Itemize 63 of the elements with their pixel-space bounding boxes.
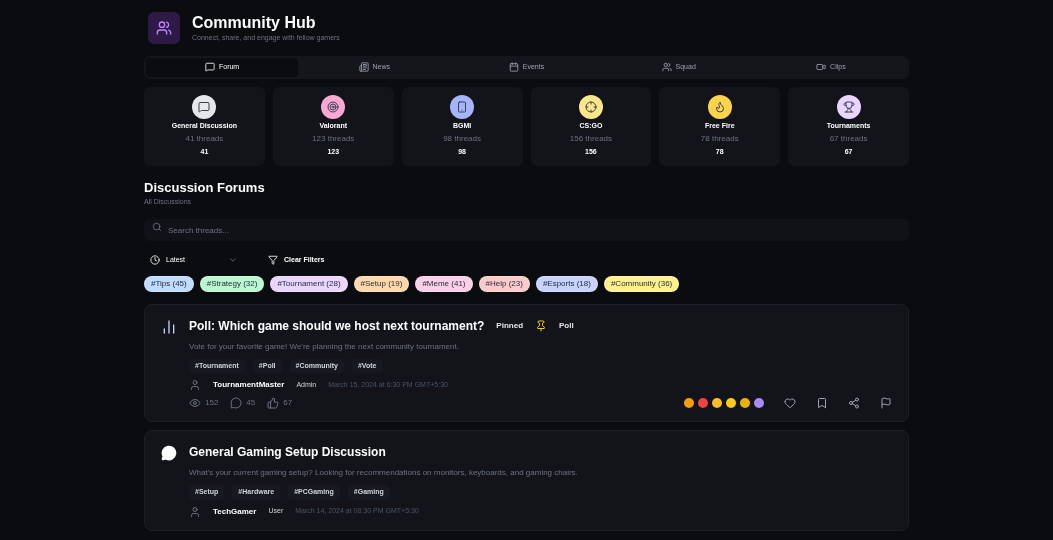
reaction-icon[interactable] (712, 398, 722, 408)
video-icon (816, 62, 827, 73)
thread-title[interactable]: Poll: Which game should we host next tournament? (189, 316, 485, 335)
reaction-icon[interactable] (726, 398, 736, 408)
comment-count: 45 (246, 397, 256, 409)
type-label: Poll (559, 319, 574, 332)
chat-icon (204, 62, 215, 73)
reaction-icon[interactable] (684, 398, 694, 408)
thread-card[interactable] (144, 303, 909, 422)
newspaper-icon (358, 62, 369, 73)
tag-chip[interactable]: #Meme (41) (415, 275, 473, 292)
chat-icon (198, 100, 211, 113)
author-name[interactable]: TechGamer (213, 505, 257, 518)
user-icon (189, 505, 201, 518)
thread-count: 123 threads (312, 133, 355, 145)
heart-icon[interactable] (784, 397, 796, 409)
tag-chip[interactable]: #Tips (45) (144, 275, 194, 292)
like-count: 67 (283, 397, 293, 409)
bookmark-icon[interactable] (816, 397, 828, 409)
tag-chip[interactable]: #Community (36) (603, 275, 680, 292)
calendar-icon (508, 62, 519, 73)
search-icon (152, 221, 162, 232)
thread-title[interactable]: General Gaming Setup Discussion (189, 443, 386, 461)
pinned-label: Pinned (496, 319, 524, 332)
author-name[interactable]: TournamentMaster (213, 379, 285, 391)
users-icon (661, 62, 672, 73)
reaction-icon[interactable] (754, 398, 764, 408)
thread-count: 98 threads (443, 133, 481, 145)
target-icon (327, 100, 340, 113)
crosshair-icon (584, 100, 597, 113)
comment-icon (230, 397, 243, 409)
tag-chip[interactable]: #Help (23) (478, 275, 530, 292)
trophy-icon (842, 100, 855, 113)
thread-count: 41 threads (185, 133, 224, 145)
thread-card[interactable] (144, 430, 909, 531)
clock-icon (150, 255, 160, 266)
tag-chip[interactable]: #Tournament (28) (270, 275, 348, 292)
view-count: 152 (205, 397, 219, 409)
flag-icon[interactable] (880, 397, 892, 409)
tag-chip[interactable]: #Esports (18) (535, 275, 598, 292)
like-icon (267, 397, 280, 409)
page-title: Community Hub (192, 12, 317, 33)
thread-description: What's your current gaming setup? Looking for recommendations on monitors, keyboards, and gaming chairs. (189, 467, 579, 479)
users-icon (156, 20, 172, 36)
thread-count: 78 threads (700, 133, 739, 145)
phone-icon (456, 100, 469, 113)
chat-icon (161, 445, 177, 461)
thread-count: 156 threads (569, 133, 613, 145)
section-title: Discussion Forums (144, 178, 266, 197)
flame-icon (713, 100, 726, 113)
tag-chip[interactable]: #Setup (19) (353, 275, 410, 292)
eye-icon (189, 397, 201, 409)
filter-icon (268, 255, 278, 266)
thread-count: 67 threads (829, 133, 868, 145)
reaction-icon[interactable] (698, 398, 708, 408)
poll-icon (161, 318, 177, 335)
reaction-icon[interactable] (740, 398, 750, 408)
thread-description: Vote for your favorite game! We're planning the next community tournament. (189, 340, 460, 353)
search-field[interactable]: Search threads... (144, 219, 909, 241)
pin-icon (535, 319, 548, 332)
share-icon[interactable] (848, 397, 860, 409)
tag-chip[interactable]: #Strategy (32) (199, 275, 265, 292)
user-icon (189, 379, 201, 391)
